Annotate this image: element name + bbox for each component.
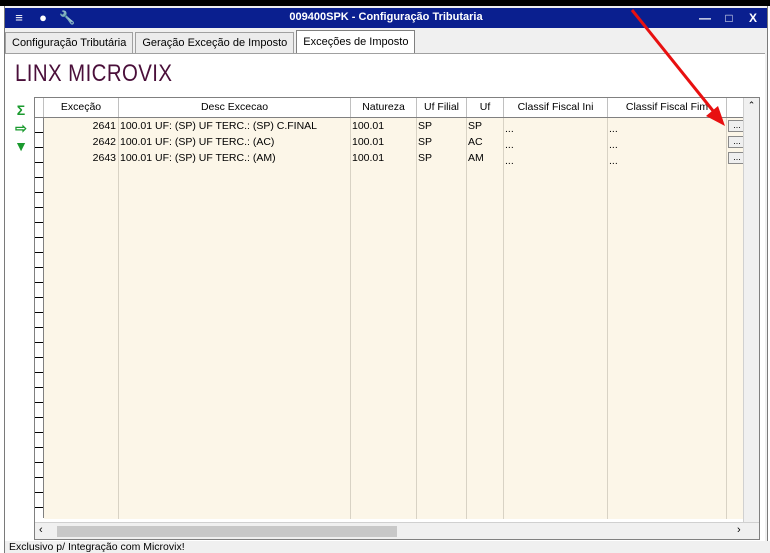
row-indicator[interactable] [35,133,43,148]
cell-excecao: 2641 [92,120,116,132]
title-bar: ≡ ● 🔧 009400SPK - Configuração Tributari… [5,8,767,28]
cell-uf: AC [468,136,483,148]
vertical-scrollbar[interactable]: ⌃ [743,98,759,522]
cell-classif-ini[interactable]: ... [503,118,607,134]
row-indicator[interactable] [35,118,43,133]
cell-excecao: 2643 [92,152,116,164]
col-header-classif-fim[interactable]: Classif Fiscal Fim [608,98,727,117]
grid-body: 2641 100.01 UF: (SP) UF TERC.: (SP) C.FI… [44,118,746,519]
col-header-natureza[interactable]: Natureza [351,98,417,117]
row-indicator[interactable] [35,283,43,298]
cell-classif-fim[interactable]: ... [607,118,726,134]
row-indicator[interactable] [35,163,43,178]
grid-header: Exceção Desc Excecao Natureza Uf Filial … [35,98,743,118]
row-indicator[interactable] [35,313,43,328]
cell-uf-filial: SP [418,152,433,164]
table-row[interactable]: 2643 100.01 UF: (SP) UF TERC.: (AM) 100.… [44,150,726,166]
side-toolbar: Σ ⇨ ▼ [13,102,33,156]
tab-excecoes-imposto[interactable]: Exceções de Imposto [296,30,416,53]
col-header-excecao[interactable]: Exceção [44,98,119,117]
row-indicator[interactable] [35,298,43,313]
cell-classif-ini[interactable]: ... [503,134,607,150]
cell-classif-ini[interactable]: ... [503,150,607,166]
cell-desc: 100.01 UF: (SP) UF TERC.: (SP) C.FINAL [120,120,318,132]
cell-uf-filial: SP [418,136,433,148]
tab-geracao-excecao[interactable]: Geração Exceção de Imposto [135,32,295,53]
row-indicator[interactable] [35,208,43,223]
col-header-classif-ini[interactable]: Classif Fiscal Ini [504,98,608,117]
row-indicator[interactable] [35,328,43,343]
app-window: ≡ ● 🔧 009400SPK - Configuração Tributari… [4,6,770,553]
cell-excecao: 2642 [92,136,116,148]
scroll-left-icon[interactable]: ‹ [39,524,43,536]
cell-uf: AM [468,152,484,164]
row-indicator-column [35,118,44,518]
cell-desc: 100.01 UF: (SP) UF TERC.: (AC) [120,136,275,148]
cell-classif-fim[interactable]: ... [607,150,726,166]
row-indicator[interactable] [35,178,43,193]
status-bar: Exclusivo p/ Integração com Microvix! [5,541,770,553]
close-button[interactable]: X [745,10,761,26]
scroll-up-icon[interactable]: ⌃ [744,98,759,112]
minimize-button[interactable]: — [697,10,713,26]
table-row[interactable]: 2641 100.01 UF: (SP) UF TERC.: (SP) C.FI… [44,118,726,134]
row-indicator[interactable] [35,193,43,208]
row-indicator[interactable] [35,448,43,463]
row-indicator[interactable] [35,268,43,283]
exceptions-grid: Exceção Desc Excecao Natureza Uf Filial … [34,97,760,540]
row-indicator[interactable] [35,148,43,163]
row-indicator[interactable] [35,253,43,268]
row-indicator[interactable] [35,238,43,253]
scroll-right-icon[interactable]: › [737,524,741,536]
tab-configuracao-tributaria[interactable]: Configuração Tributária [5,32,134,53]
cell-natureza: 100.01 [352,136,385,148]
tab-strip: Configuração Tributária Geração Exceção … [5,30,417,53]
row-indicator[interactable] [35,388,43,403]
row-indicator[interactable] [35,358,43,373]
maximize-button[interactable]: □ [721,10,737,26]
tab-panel: LINX MICROVIX Σ ⇨ ▼ Exceção Desc Excecao… [5,53,765,541]
window-title: 009400SPK - Configuração Tributaria [289,11,483,23]
cell-uf: SP [468,120,483,132]
horizontal-scrollbar[interactable]: ‹ › [35,522,759,539]
row-indicator[interactable] [35,373,43,388]
cell-natureza: 100.01 [352,120,385,132]
cell-natureza: 100.01 [352,152,385,164]
col-header-button [727,98,743,117]
row-indicator[interactable] [35,478,43,493]
cell-uf-filial: SP [418,120,433,132]
horizontal-scroll-thumb[interactable] [57,526,397,537]
row-indicator[interactable] [35,418,43,433]
table-row[interactable]: 2642 100.01 UF: (SP) UF TERC.: (AC) 100.… [44,134,726,150]
row-indicator[interactable] [35,493,43,508]
row-indicator[interactable] [35,223,43,238]
expand-down-icon[interactable]: ▼ [13,138,29,154]
col-header-uf-filial[interactable]: Uf Filial [417,98,467,117]
brand-logo: LINX MICROVIX [15,60,173,87]
row-indicator[interactable] [35,343,43,358]
header-indicator [35,98,44,117]
sum-icon[interactable]: Σ [13,102,29,118]
row-indicator[interactable] [35,433,43,448]
cell-desc: 100.01 UF: (SP) UF TERC.: (AM) [120,152,276,164]
row-indicator[interactable] [35,403,43,418]
col-header-uf[interactable]: Uf [467,98,504,117]
row-indicator[interactable] [35,463,43,478]
col-header-desc[interactable]: Desc Excecao [119,98,351,117]
cell-classif-fim[interactable]: ... [607,134,726,150]
export-icon[interactable]: ⇨ [13,120,29,136]
